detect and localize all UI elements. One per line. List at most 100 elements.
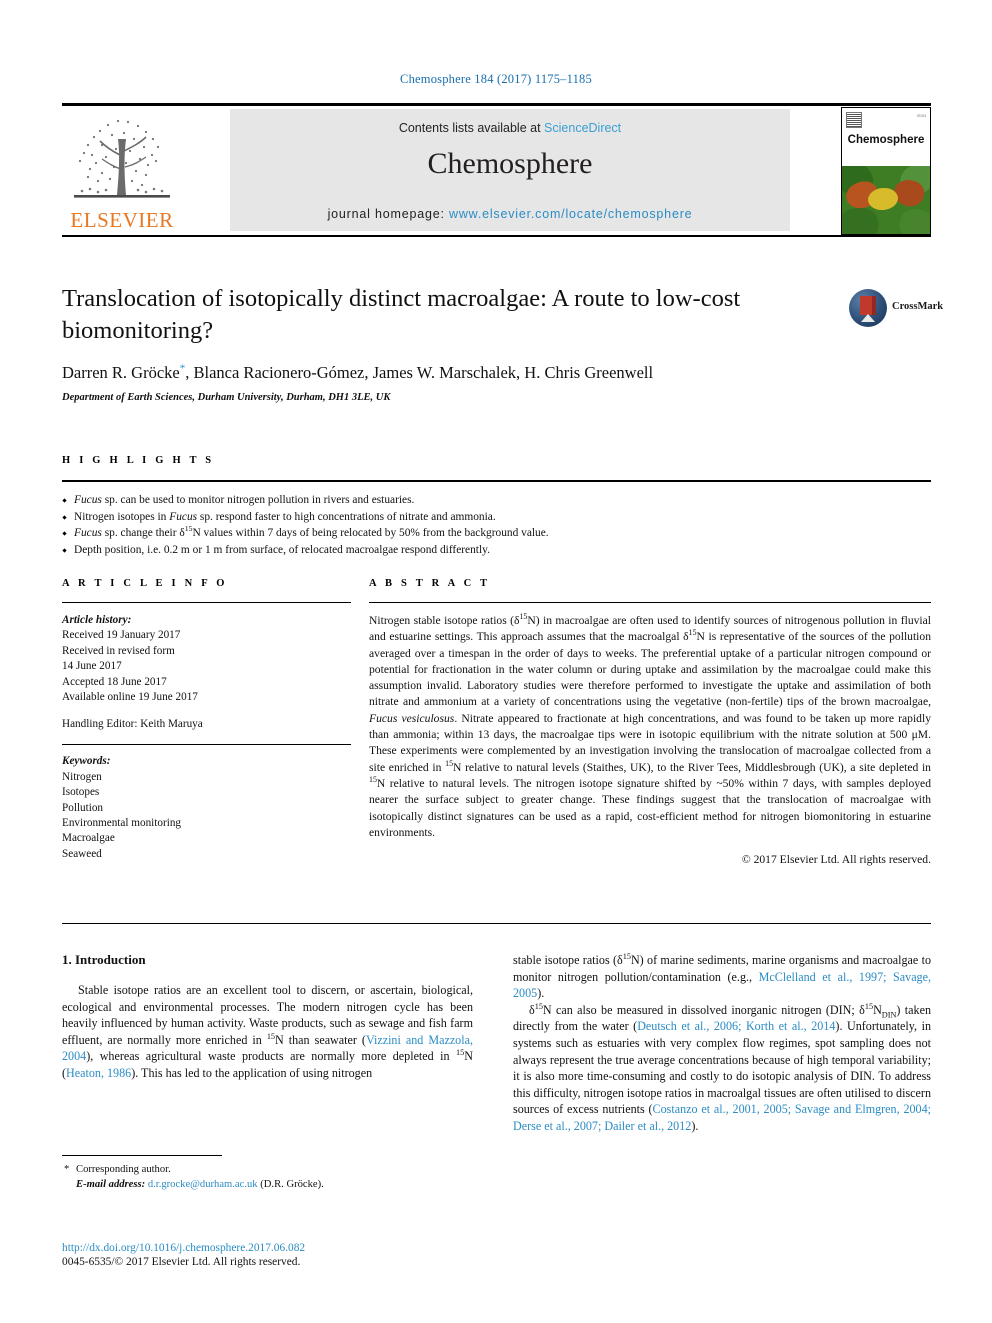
cover-journal-title: Chemosphere (847, 134, 925, 146)
title-block: Translocation of isotopically distinct m… (62, 283, 943, 403)
body-column-left: 1. Introduction Stable isotope ratios ar… (62, 952, 473, 1082)
handling-editor: Handling Editor: Keith Maruya (62, 718, 203, 731)
contents-available-line: Contents lists available at ScienceDirec… (230, 121, 790, 135)
history-accepted: Accepted 18 June 2017 (62, 675, 167, 688)
keyword-item: Isotopes (62, 786, 100, 799)
sciencedirect-link[interactable]: ScienceDirect (544, 121, 621, 135)
article-info-rule (62, 602, 351, 603)
affiliation: Department of Earth Sciences, Durham Uni… (62, 392, 391, 403)
doi-link[interactable]: http://dx.doi.org/10.1016/j.chemosphere.… (62, 1242, 492, 1254)
crossmark-book-icon (860, 296, 876, 322)
species-name: Fucus (74, 527, 102, 539)
paragraph-part: ). (691, 1118, 699, 1133)
citation-link[interactable]: Deutsch et al., 2006; Korth et al., 2014 (637, 1019, 835, 1033)
article-history: Article history: Received 19 January 201… (62, 613, 351, 705)
crossmark-circle-icon (849, 289, 887, 327)
paragraph-part: ), whereas agricultural waste products a… (86, 1049, 457, 1064)
history-revised-date: 14 June 2017 (62, 660, 122, 673)
intro-paragraph-left: Stable isotope ratios are an excellent t… (62, 982, 473, 1082)
article-history-label: Article history: (62, 614, 132, 626)
history-available: Available online 19 June 2017 (62, 691, 198, 704)
paragraph-part: stable isotope ratios (δ (513, 953, 623, 967)
isotope-mass: 15 (534, 1001, 543, 1011)
footnote-rule (62, 1155, 222, 1156)
highlight-text: sp. change their δ15N values within 7 da… (101, 524, 549, 539)
journal-homepage-link[interactable]: www.elsevier.com/locate/chemosphere (449, 207, 692, 221)
paragraph-part: N can also be measured in dissolved inor… (542, 1002, 865, 1017)
page-title: Translocation of isotopically distinct m… (62, 285, 741, 344)
masthead-bottom-rule (62, 235, 931, 237)
keywords-list: Keywords: Nitrogen Isotopes Pollution En… (62, 754, 351, 862)
elsevier-tree-icon (74, 119, 170, 198)
highlight-text: sp. respond faster to high concentration… (197, 510, 496, 523)
species-name: Fucus vesiculosus (369, 711, 455, 725)
keyword-item: Pollution (62, 801, 104, 814)
journal-cover-thumbnail: ISSN Chemosphere (841, 107, 931, 235)
section-heading-introduction: 1. Introduction (62, 952, 146, 967)
copyright-line: © 2017 Elsevier Ltd. All rights reserved… (741, 853, 931, 867)
corresponding-author-note: * Corresponding author. (62, 1163, 473, 1178)
abstract-text: Nitrogen stable isotope ratios (δ15N) in… (369, 613, 931, 841)
isotope-mass: 15 (445, 758, 453, 768)
crossmark-label: CrossMark (892, 301, 944, 312)
list-item: Fucus sp. can be used to monitor nitroge… (62, 492, 931, 509)
contents-prefix: Contents lists available at (398, 121, 541, 135)
intro-paragraph-right-1: stable isotope ratios (δ15N) of marine s… (513, 952, 931, 1002)
din-subscript: DIN (881, 1010, 897, 1020)
paragraph-part: ). This has led to the application of us… (131, 1065, 373, 1080)
abstract-part: N relative to natural levels. The nitrog… (369, 776, 931, 839)
cover-elsevier-mark-icon (846, 112, 862, 128)
cover-header: ISSN Chemosphere (842, 108, 930, 166)
footnote-block: * Corresponding author. E-mail address: … (62, 1163, 473, 1192)
highlight-text-pre: Nitrogen isotopes in (74, 510, 170, 523)
isotope-mass: 15 (184, 524, 193, 534)
isotope-mass: 15 (864, 1001, 874, 1011)
email-label: E-mail address: (76, 1178, 146, 1190)
highlights-list: Fucus sp. can be used to monitor nitroge… (62, 492, 931, 558)
homepage-prefix: journal homepage: (327, 207, 445, 221)
isotope-mass: 15 (688, 628, 697, 638)
email-link[interactable]: d.r.grocke@durham.ac.uk (148, 1179, 258, 1190)
doi-block: http://dx.doi.org/10.1016/j.chemosphere.… (62, 1242, 492, 1268)
species-name: Fucus (169, 510, 198, 523)
email-owner: (D.R. Gröcke). (260, 1178, 324, 1190)
abstract-heading: A B S T R A C T (369, 578, 491, 589)
abstract-section: A B S T R A C T Nitrogen stable isotope … (369, 578, 931, 866)
citation-link[interactable]: Heaton, 1986 (66, 1066, 131, 1080)
abstract-part: Nitrogen stable isotope ratios (δ (369, 614, 520, 627)
paragraph-part: N than seawater ( (275, 1032, 366, 1047)
list-item: Fucus sp. change their δ15N values withi… (62, 525, 931, 542)
highlight-text: sp. can be used to monitor nitrogen poll… (101, 494, 415, 506)
highlight-text: Depth position, i.e. 0.2 m or 1 m from s… (74, 543, 490, 556)
cover-issn-text: ISSN (916, 113, 926, 118)
journal-homepage-line: journal homepage: www.elsevier.com/locat… (230, 207, 790, 221)
history-received: Received 19 January 2017 (62, 629, 181, 642)
paper-page: Chemosphere 184 (2017) 1175–1185 ELSEVIE… (0, 0, 992, 1323)
cover-leaf (897, 206, 930, 234)
keywords-label: Keywords: (62, 755, 111, 768)
species-name: Fucus (74, 494, 102, 506)
isotope-mass: 15 (266, 1031, 276, 1041)
list-item: Nitrogen isotopes in Fucus sp. respond f… (62, 509, 931, 526)
author-list: Darren R. Gröcke*, Blanca Racionero-Góme… (62, 363, 931, 383)
keywords-rule (62, 744, 351, 746)
abstract-part: N relative to natural levels (Staithes, … (453, 760, 931, 774)
article-info-section: A R T I C L E I N F O Article history: R… (62, 578, 351, 862)
journal-title: Chemosphere (427, 147, 593, 180)
keyword-item: Macroalgae (62, 832, 115, 845)
elsevier-wordmark: ELSEVIER (70, 208, 174, 232)
keyword-item: Environmental monitoring (62, 817, 182, 830)
list-item: Depth position, i.e. 0.2 m or 1 m from s… (62, 542, 931, 559)
email-note: E-mail address: d.r.grocke@durham.ac.uk … (62, 1178, 473, 1193)
body-column-right: stable isotope ratios (δ15N) of marine s… (513, 952, 931, 1135)
highlights-rule (62, 480, 931, 482)
crossmark-badge[interactable]: CrossMark (849, 289, 943, 329)
history-revised: Received in revised form (62, 644, 175, 657)
masthead-top-rule (62, 103, 931, 106)
author-primary: Darren R. Gröcke (62, 363, 180, 382)
journal-masthead: ELSEVIER Contents lists available at Sci… (62, 103, 931, 237)
keyword-item: Seaweed (62, 847, 102, 860)
contents-panel: Contents lists available at ScienceDirec… (230, 109, 790, 231)
running-head: Chemosphere 184 (2017) 1175–1185 (400, 72, 592, 86)
intro-paragraph-right-2: δ15N can also be measured in dissolved i… (513, 1001, 931, 1133)
